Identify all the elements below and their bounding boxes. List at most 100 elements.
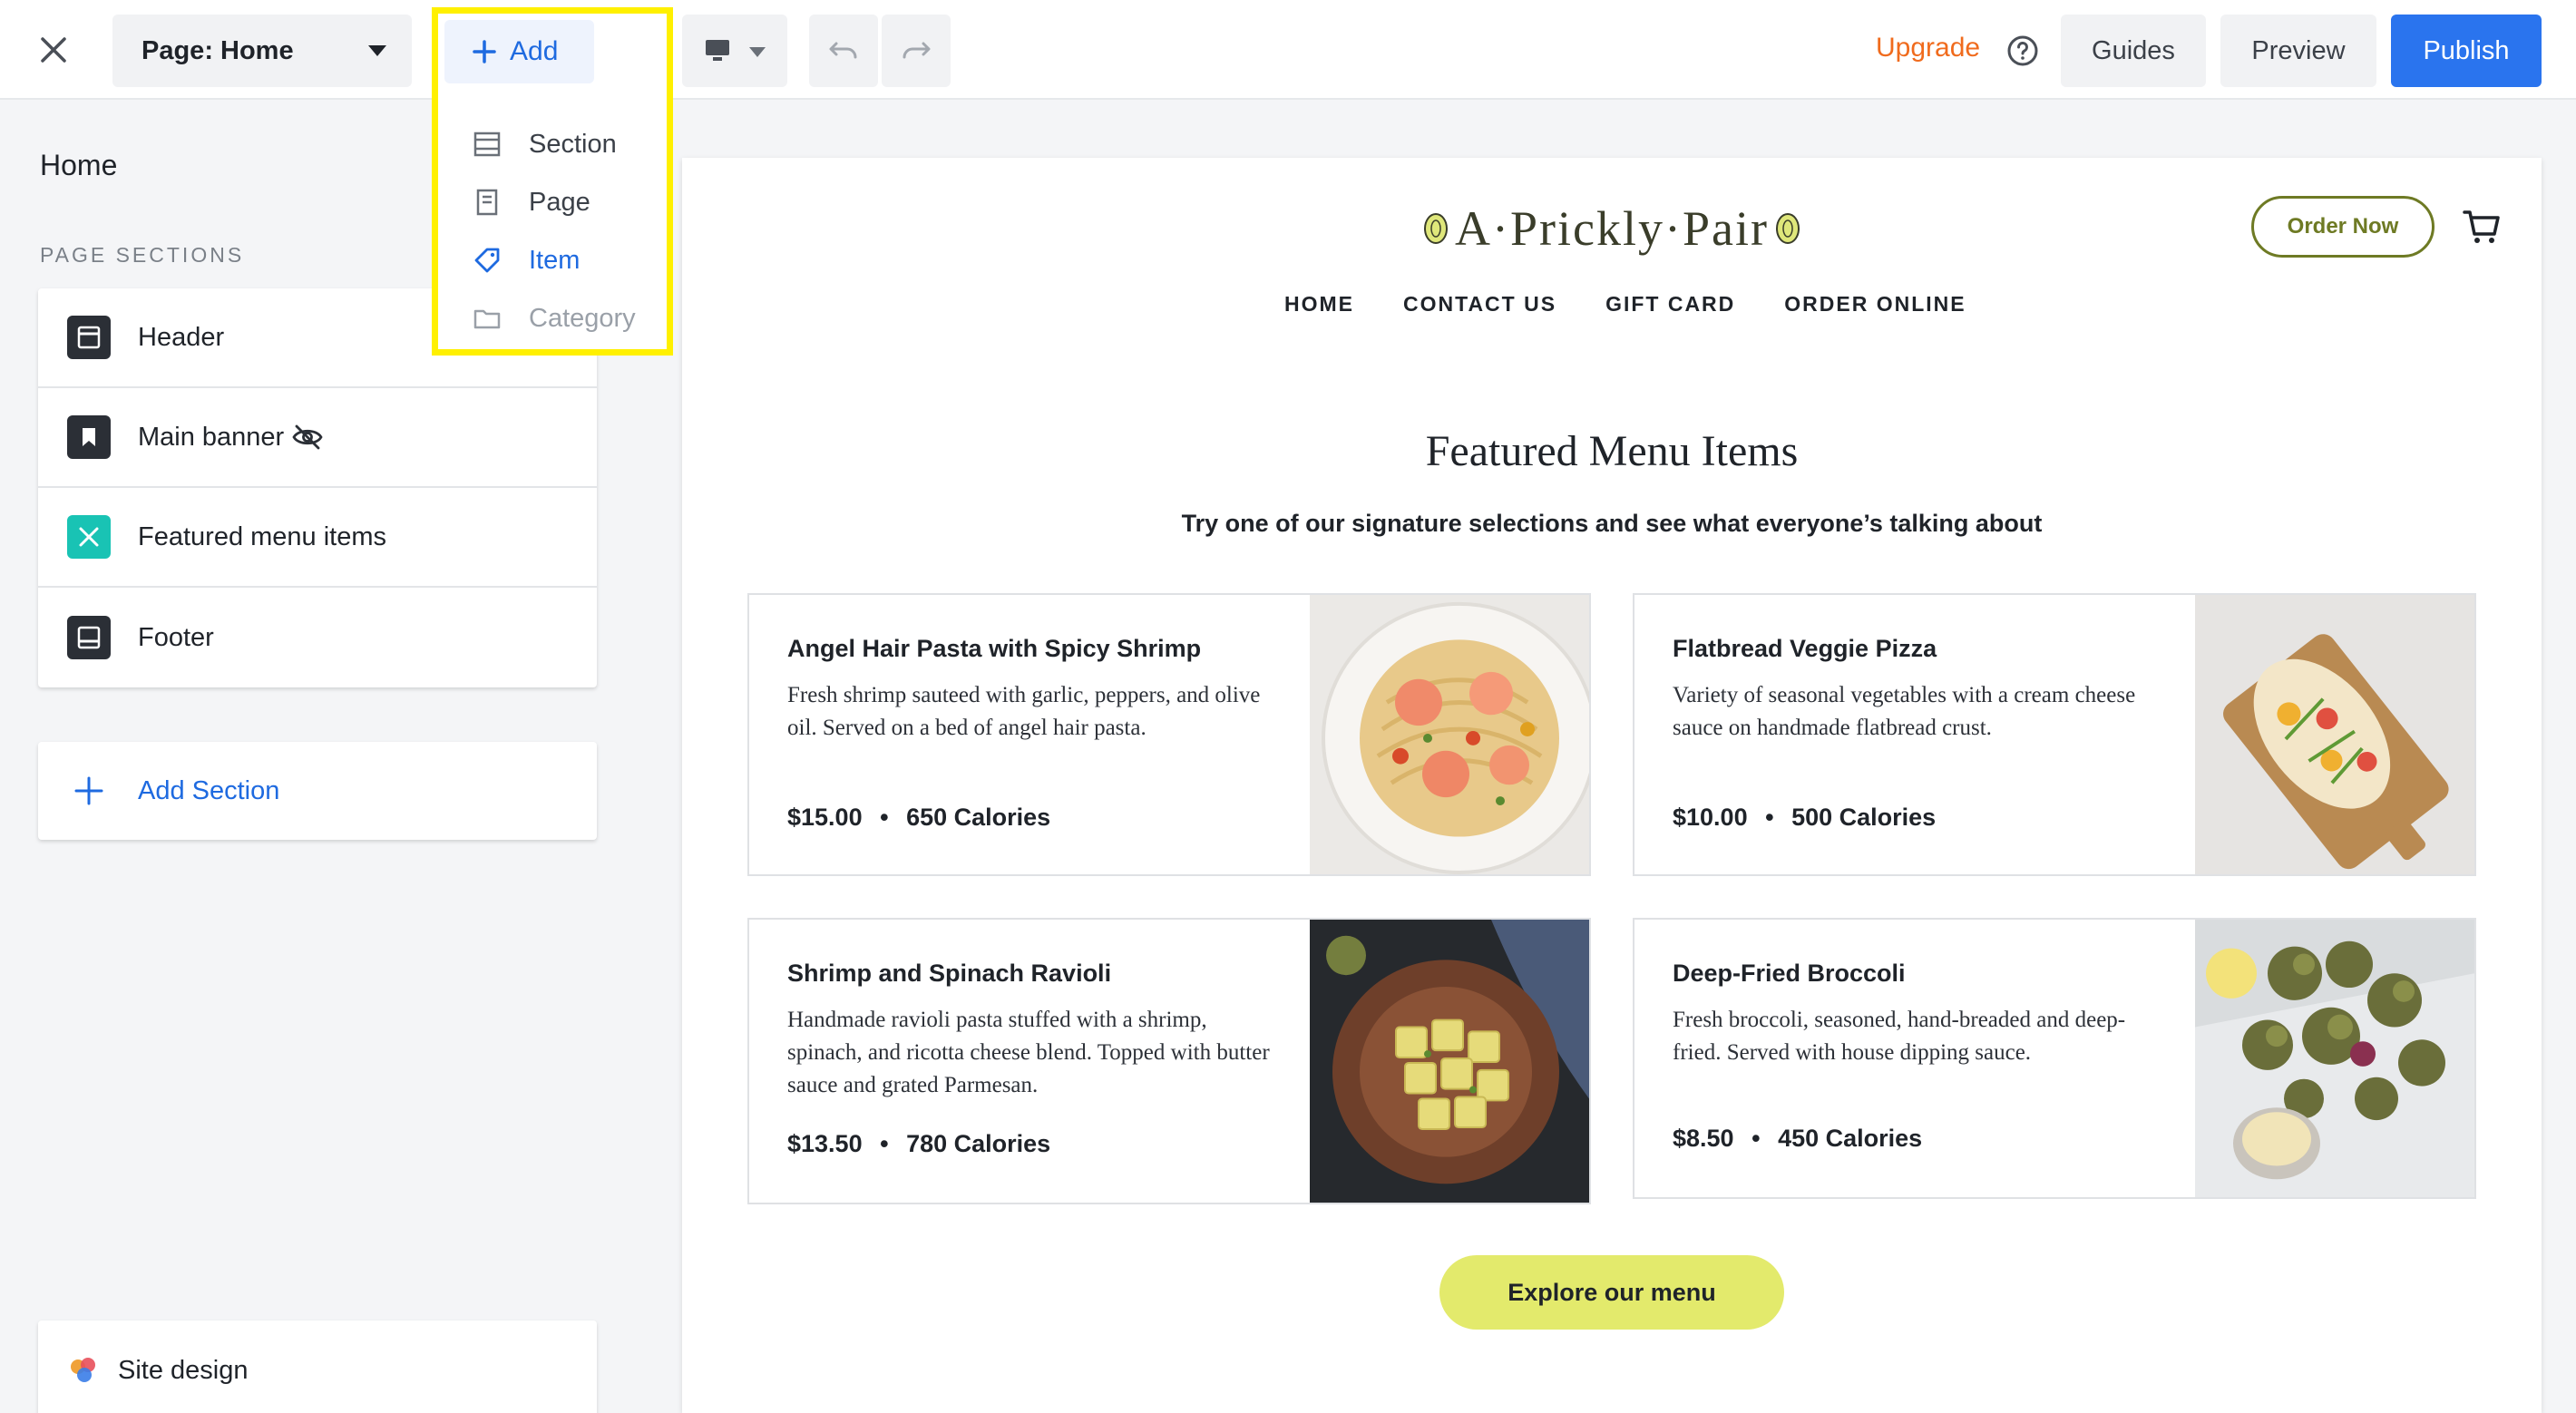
- menu-item-calories: 780 Calories: [906, 1130, 1051, 1157]
- ravioli-photo: [1310, 920, 1589, 1203]
- menu-item-description: Handmade ravioli pasta stuffed with a sh…: [787, 1008, 1270, 1097]
- menu-item-price-line: $15.00 • 650 Calories: [787, 804, 1050, 832]
- menu-item-description: Variety of seasonal vegetables with a cr…: [1673, 683, 2136, 740]
- cactus-leaf-icon: [1424, 213, 1449, 244]
- menu-item-card[interactable]: Shrimp and Spinach Ravioli Handmade ravi…: [747, 918, 1591, 1204]
- add-menu-item-label: Section: [529, 129, 617, 159]
- device-preview-selector[interactable]: [682, 15, 787, 87]
- add-button[interactable]: Add: [444, 20, 594, 83]
- menu-item-calories: 500 Calories: [1791, 804, 1937, 831]
- menu-item-price: $8.50: [1673, 1125, 1734, 1152]
- redo-icon: [903, 42, 931, 59]
- palette-icon: [71, 1358, 95, 1382]
- desktop-icon: [706, 40, 729, 61]
- separator-dot: •: [1765, 804, 1774, 831]
- page-icon: [476, 189, 498, 216]
- add-menu-item-label: Category: [529, 303, 636, 333]
- site-design-label: Site design: [118, 1355, 249, 1385]
- nav-link-order-online[interactable]: ORDER ONLINE: [1784, 292, 1966, 317]
- publish-button[interactable]: Publish: [2391, 15, 2542, 87]
- add-menu-item-label: Page: [529, 187, 590, 217]
- add-menu-item-page[interactable]: Page: [438, 175, 667, 229]
- separator-dot: •: [1751, 1125, 1761, 1152]
- footer-section-icon: [67, 616, 111, 659]
- section-row-featured-menu-items[interactable]: Featured menu items: [38, 488, 597, 588]
- menu-item-price-line: $13.50 • 780 Calories: [787, 1130, 1050, 1158]
- fried-broccoli-photo: [2195, 920, 2474, 1197]
- add-menu-item-section[interactable]: Section: [438, 117, 667, 171]
- section-row-main-banner[interactable]: Main banner: [38, 388, 597, 488]
- undo-button[interactable]: [809, 15, 878, 87]
- site-preview-canvas: A·Prickly·Pair Order Now HOME CONTACT US…: [682, 158, 2542, 1413]
- guides-button[interactable]: Guides: [2061, 15, 2206, 87]
- close-icon: [41, 37, 66, 63]
- add-menu-item-label: Item: [529, 245, 581, 275]
- upgrade-link[interactable]: Upgrade: [1876, 33, 1980, 63]
- close-editor-button[interactable]: [22, 20, 85, 80]
- featured-section-title: Featured Menu Items: [1425, 427, 1799, 475]
- menu-item-name: Angel Hair Pasta with Spicy Shrimp: [787, 635, 1202, 662]
- redo-button[interactable]: [882, 15, 951, 87]
- menu-item-price: $13.50: [787, 1130, 863, 1157]
- top-toolbar: Page: Home Upgrade Guides Preview Publis…: [0, 0, 2576, 100]
- add-section-button[interactable]: Add Section: [38, 742, 597, 840]
- site-logo-text: A·Prickly·Pair: [1455, 201, 1769, 256]
- menu-item-card[interactable]: Angel Hair Pasta with Spicy Shrimp Fresh…: [747, 593, 1591, 876]
- add-menu-item-item[interactable]: Item: [438, 233, 667, 287]
- nav-link-contact-us[interactable]: CONTACT US: [1403, 292, 1556, 317]
- plus-icon: [74, 776, 103, 805]
- chevron-down-icon: [368, 45, 386, 56]
- pasta-shrimp-photo: [1310, 595, 1589, 874]
- preview-button[interactable]: Preview: [2220, 15, 2376, 87]
- tag-icon: [474, 248, 500, 273]
- flatbread-pizza-photo: [2195, 595, 2474, 874]
- site-design-button[interactable]: Site design: [38, 1320, 597, 1413]
- site-logo[interactable]: A·Prickly·Pair: [1408, 201, 1816, 256]
- help-button[interactable]: [2003, 31, 2043, 71]
- section-row-label: Featured menu items: [138, 521, 387, 551]
- section-row-footer[interactable]: Footer: [38, 588, 597, 687]
- menu-item-description: Fresh shrimp sauteed with garlic, pepper…: [787, 683, 1261, 740]
- menu-item-name: Deep-Fried Broccoli: [1673, 960, 1906, 987]
- add-section-label: Add Section: [138, 775, 280, 805]
- folder-icon: [473, 309, 501, 329]
- menu-item-calories: 650 Calories: [906, 804, 1051, 831]
- cart-icon: [2463, 210, 2500, 243]
- menu-item-card[interactable]: Deep-Fried Broccoli Fresh broccoli, seas…: [1633, 918, 2476, 1199]
- menu-item-name: Flatbread Veggie Pizza: [1673, 635, 1937, 662]
- add-button-label: Add: [510, 36, 559, 66]
- menu-item-price-line: $8.50 • 450 Calories: [1673, 1125, 1922, 1153]
- add-menu-item-category[interactable]: Category: [438, 291, 667, 346]
- left-panel-title: Home: [40, 149, 118, 181]
- hidden-eye-icon: [292, 424, 323, 450]
- explore-menu-button[interactable]: Explore our menu: [1439, 1255, 1784, 1330]
- section-row-label: Footer: [138, 622, 214, 652]
- undo-icon: [829, 42, 857, 59]
- page-sections-heading: PAGE SECTIONS: [40, 243, 245, 267]
- site-navigation: HOME CONTACT US GIFT CARD ORDER ONLINE: [1284, 292, 1966, 317]
- help-icon: [2007, 35, 2038, 66]
- nav-link-gift-card[interactable]: GIFT CARD: [1605, 292, 1735, 317]
- featured-items-icon: [67, 515, 111, 559]
- menu-item-price: $10.00: [1673, 804, 1748, 831]
- featured-section-subtitle: Try one of our signature selections and …: [1181, 510, 2043, 537]
- banner-section-icon: [67, 415, 111, 459]
- cart-button[interactable]: [2462, 207, 2502, 247]
- order-now-button[interactable]: Order Now: [2251, 196, 2435, 258]
- menu-item-calories: 450 Calories: [1778, 1125, 1923, 1152]
- section-row-label: Main banner: [138, 422, 285, 452]
- menu-item-price-line: $10.00 • 500 Calories: [1673, 804, 1936, 832]
- chevron-down-icon: [749, 47, 766, 57]
- menu-item-name: Shrimp and Spinach Ravioli: [787, 960, 1112, 987]
- separator-dot: •: [880, 1130, 889, 1157]
- menu-item-description: Fresh broccoli, seasoned, hand-breaded a…: [1673, 1008, 2126, 1065]
- section-row-label: Header: [138, 322, 225, 352]
- header-section-icon: [67, 316, 111, 359]
- cactus-leaf-icon: [1775, 213, 1800, 244]
- menu-item-card[interactable]: Flatbread Veggie Pizza Variety of season…: [1633, 593, 2476, 876]
- page-selector[interactable]: Page: Home: [112, 15, 412, 87]
- section-icon: [473, 132, 501, 157]
- separator-dot: •: [880, 804, 889, 831]
- nav-link-home[interactable]: HOME: [1284, 292, 1354, 317]
- menu-item-price: $15.00: [787, 804, 863, 831]
